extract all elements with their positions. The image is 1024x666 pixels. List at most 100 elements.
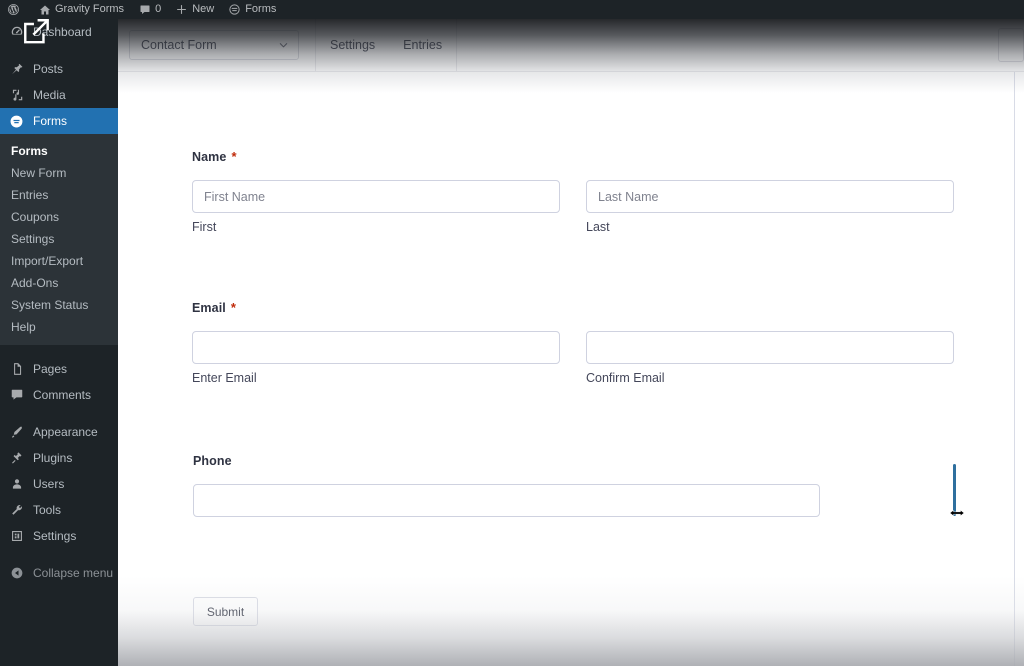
field-name[interactable]: Name * First Last: [192, 150, 954, 234]
collapse-icon: [9, 566, 24, 581]
admin-sidebar-menu: Dashboard Posts Media Forms Forms New Fo…: [0, 19, 126, 666]
forms-submenu: Forms New Form Entries Coupons Settings …: [0, 134, 118, 345]
submenu-item-entries[interactable]: Entries: [0, 184, 118, 206]
sidebar-item-label-tools: Tools: [33, 503, 62, 517]
menu-separator-1: [0, 45, 118, 56]
form-switcher-dropdown[interactable]: Contact Form: [129, 30, 299, 60]
comment-icon: [138, 3, 151, 16]
field-phone-input-wrap: [193, 484, 820, 517]
sidebar-item-dashboard[interactable]: Dashboard: [0, 19, 118, 45]
sidebar-item-collapse-menu[interactable]: Collapse menu: [0, 560, 118, 586]
tab-entries[interactable]: Entries: [389, 19, 456, 72]
sublabel-last: Last: [586, 220, 610, 234]
sidebar-item-users[interactable]: Users: [0, 471, 118, 497]
field-phone[interactable]: Phone: [193, 454, 820, 517]
sidebar-item-tools[interactable]: Tools: [0, 497, 118, 523]
submit-button[interactable]: Submit: [193, 597, 258, 626]
sidebar-item-comments[interactable]: Comments: [0, 382, 118, 408]
wordpress-logo-icon: [7, 3, 20, 16]
field-email-confirm-col: Confirm Email: [586, 331, 954, 385]
sidebar-item-settings[interactable]: Settings: [0, 523, 118, 549]
submenu-item-system-status[interactable]: System Status: [0, 294, 118, 316]
sidebar-item-posts[interactable]: Posts: [0, 56, 118, 82]
editor-right-rail: [1014, 72, 1024, 666]
sidebar-item-media[interactable]: Media: [0, 82, 118, 108]
phone-input[interactable]: [193, 484, 820, 517]
sidebar-item-label-forms: Forms: [33, 114, 67, 128]
submenu-item-add-ons[interactable]: Add-Ons: [0, 272, 118, 294]
wrench-icon: [9, 503, 24, 518]
form-canvas: Name * First Last: [118, 72, 1014, 666]
field-label-text-phone: Phone: [193, 454, 232, 468]
brush-icon: [9, 425, 24, 440]
pin-icon: [9, 62, 24, 77]
last-name-input[interactable]: [586, 180, 954, 213]
gravityforms-icon: [228, 3, 241, 16]
form-editor-header: Contact Form Settings Entries: [118, 19, 1024, 72]
admin-bar-forms[interactable]: Forms: [221, 0, 283, 19]
field-name-first-col: First: [192, 180, 560, 234]
field-name-last-col: Last: [586, 180, 954, 234]
sidebar-item-forms[interactable]: Forms: [0, 108, 126, 134]
admin-bar-new-content[interactable]: New: [168, 0, 221, 19]
field-label-text-email: Email: [192, 301, 226, 315]
sidebar-item-label-plugins: Plugins: [33, 451, 73, 465]
tab-settings[interactable]: Settings: [316, 19, 389, 72]
gravityforms-icon: [9, 114, 24, 129]
submenu-item-import-export[interactable]: Import/Export: [0, 250, 118, 272]
chevron-down-icon: [278, 40, 289, 51]
sidebar-item-label-pages: Pages: [33, 362, 68, 376]
sidebar-item-appearance[interactable]: Appearance: [0, 419, 118, 445]
wp-admin-bar: Gravity Forms 0 New Forms: [0, 0, 1024, 19]
sidebar-item-label-media: Media: [33, 88, 66, 102]
admin-bar-comment-count: 0: [155, 3, 162, 15]
submenu-item-new-form[interactable]: New Form: [0, 162, 118, 184]
sidebar-item-label-comments: Comments: [33, 388, 92, 402]
users-icon: [9, 477, 24, 492]
sidebar-item-plugins[interactable]: Plugins: [0, 445, 118, 471]
admin-bar-forms-label: Forms: [245, 3, 277, 15]
sublabel-confirm-email: Confirm Email: [586, 371, 665, 385]
sidebar-item-label-appearance: Appearance: [33, 425, 98, 439]
plugin-icon: [9, 451, 24, 466]
share-export-icon: [21, 17, 51, 45]
submenu-item-help[interactable]: Help: [0, 316, 118, 338]
editor-right-panel-toggle[interactable]: [998, 28, 1024, 62]
horizontal-resize-cursor-icon: [946, 506, 968, 520]
admin-bar-comments[interactable]: 0: [131, 0, 168, 19]
sidebar-item-label-posts: Posts: [33, 62, 64, 76]
sidebar-item-label-settings: Settings: [33, 529, 77, 543]
sublabel-first: First: [192, 220, 217, 234]
confirm-email-input[interactable]: [586, 331, 954, 364]
menu-separator-3: [0, 408, 118, 419]
media-icon: [9, 88, 24, 103]
field-email[interactable]: Email * Enter Email Confirm Email: [192, 301, 954, 385]
sidebar-item-label-collapse: Collapse menu: [33, 566, 114, 580]
menu-separator-4: [0, 549, 118, 560]
admin-bar-site-label: Gravity Forms: [55, 3, 125, 15]
required-indicator-name: *: [231, 149, 237, 164]
submenu-item-settings[interactable]: Settings: [0, 228, 118, 250]
first-name-input[interactable]: [192, 180, 560, 213]
plus-icon: [175, 3, 188, 16]
form-editor-tabs: Settings Entries: [316, 19, 456, 72]
field-label-name: Name *: [192, 150, 954, 164]
form-editor: Contact Form Settings Entries Name * Fir…: [118, 19, 1024, 666]
submenu-item-forms[interactable]: Forms: [0, 140, 118, 162]
field-label-phone: Phone: [193, 454, 820, 468]
pages-icon: [9, 362, 24, 377]
sidebar-item-pages[interactable]: Pages: [0, 356, 118, 382]
menu-separator-2: [0, 345, 118, 356]
admin-bar-new-label: New: [192, 3, 215, 15]
required-indicator-email: *: [230, 300, 237, 315]
comment-icon: [9, 388, 24, 403]
app-root: Gravity Forms 0 New Forms Dashboard Post…: [0, 0, 1024, 666]
field-submit[interactable]: Submit: [193, 597, 258, 626]
field-email-inputs-row: Enter Email Confirm Email: [192, 331, 954, 385]
settings-icon: [9, 529, 24, 544]
submenu-item-coupons[interactable]: Coupons: [0, 206, 118, 228]
field-email-enter-col: Enter Email: [192, 331, 560, 385]
enter-email-input[interactable]: [192, 331, 560, 364]
form-switcher-value: Contact Form: [141, 38, 217, 52]
home-icon: [38, 3, 51, 16]
